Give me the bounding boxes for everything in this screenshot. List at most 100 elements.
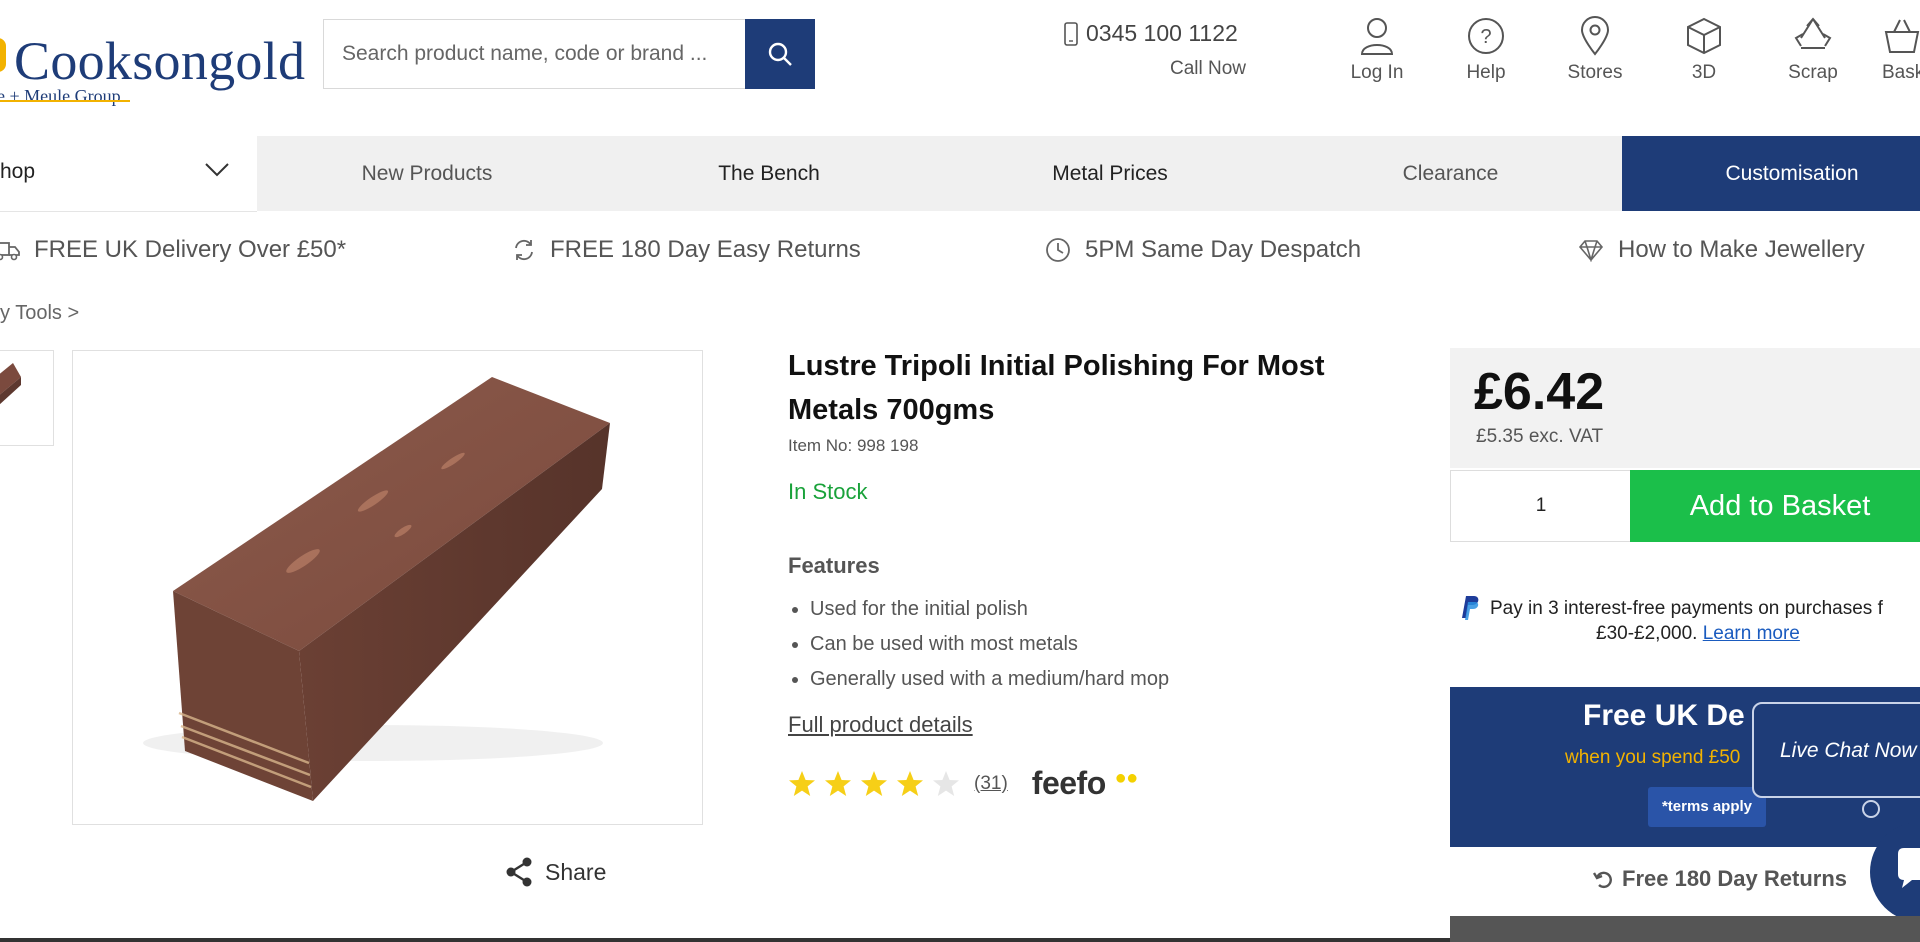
logo-mark xyxy=(0,38,6,72)
feefo-eyes-icon: ●● xyxy=(1114,767,1139,789)
basket-icon xyxy=(1884,19,1920,53)
product-rating[interactable]: (31) feefo ●● xyxy=(788,765,1138,802)
logo-subtext: le + Meule Group xyxy=(0,86,121,106)
help-link[interactable]: ? Help xyxy=(1436,16,1536,84)
feature-item: Used for the initial polish xyxy=(788,592,1169,627)
login-label: Log In xyxy=(1350,62,1404,83)
chat-bubble-tail xyxy=(1862,800,1880,818)
user-icon xyxy=(1360,18,1394,55)
usp-despatch[interactable]: 5PM Same Day Despatch xyxy=(1045,236,1361,264)
free-returns-text: Free 180 Day Returns xyxy=(1622,866,1847,891)
free-returns-note[interactable]: Free 180 Day Returns xyxy=(1592,866,1847,892)
terms-apply-button[interactable]: *terms apply xyxy=(1648,787,1766,827)
paypal-text-line2: £30-£2,000. Learn more xyxy=(1596,623,1800,645)
product-title: Lustre Tripoli Initial Polishing For Mos… xyxy=(788,350,1325,426)
share-icon xyxy=(506,857,532,887)
scrap-link[interactable]: Scrap xyxy=(1763,16,1863,84)
breadcrumb[interactable]: y Tools > xyxy=(0,302,79,325)
star-filled-icon xyxy=(861,770,887,796)
star-filled-icon xyxy=(789,770,815,796)
item-number: Item No: 998 198 xyxy=(788,436,919,455)
search-button[interactable] xyxy=(745,19,815,89)
star-empty-icon xyxy=(933,770,959,796)
login-link[interactable]: Log In xyxy=(1327,16,1427,84)
help-icon: ? xyxy=(1468,18,1504,54)
banner-subtitle: when you spend £50 xyxy=(1565,747,1741,768)
truck-icon xyxy=(0,242,20,261)
product-main-image[interactable] xyxy=(72,350,703,825)
phone-number-text: 0345 100 1122 xyxy=(1086,20,1238,46)
3d-link[interactable]: 3D xyxy=(1654,16,1754,84)
product-thumbnail[interactable] xyxy=(0,350,54,446)
shop-label: hop xyxy=(0,160,36,183)
paypal-icon xyxy=(1462,596,1479,620)
paypal-pay-in-3: Pay in 3 interest-free payments on purch… xyxy=(1458,594,1920,644)
paypal-range: £30-£2,000. xyxy=(1596,623,1698,644)
quantity-input[interactable]: 1 xyxy=(1450,470,1632,542)
feature-item: Can be used with most metals xyxy=(788,627,1169,662)
basket-link[interactable]: Bask xyxy=(1872,16,1920,84)
main-nav: hop New Products The Bench Metal Prices … xyxy=(0,136,1920,212)
price: £6.42 xyxy=(1474,363,1605,421)
call-now-label: Call Now xyxy=(1170,58,1247,79)
share-button[interactable]: Share xyxy=(505,857,606,887)
location-pin-icon xyxy=(1580,16,1610,56)
banner-title: Free UK De xyxy=(1583,699,1745,732)
help-label: Help xyxy=(1466,62,1506,83)
search-icon xyxy=(768,42,792,66)
stock-status: In Stock xyxy=(788,479,868,504)
svg-text:?: ? xyxy=(1480,26,1491,48)
refresh-icon xyxy=(515,239,533,261)
live-chat-bubble[interactable]: Live Chat Now xyxy=(1752,702,1920,798)
paypal-text: Pay in 3 interest-free payments on purch… xyxy=(1490,598,1883,619)
phone-contact[interactable]: 0345 100 1122 Call Now xyxy=(1064,18,1264,88)
usp-how-to[interactable]: How to Make Jewellery xyxy=(1578,236,1865,264)
features-list: Used for the initial polish Can be used … xyxy=(788,592,1169,697)
usp-delivery[interactable]: FREE UK Delivery Over £50* xyxy=(0,236,346,264)
clock-icon xyxy=(1046,238,1070,262)
review-count[interactable]: (31) xyxy=(974,773,1008,795)
stores-link[interactable]: Stores xyxy=(1545,16,1645,84)
feefo-logo[interactable]: feefo ●● xyxy=(1031,765,1138,802)
nav-the-bench[interactable]: The Bench xyxy=(597,136,941,211)
page-bottom-border xyxy=(0,938,1450,942)
feature-item: Generally used with a medium/hard mop xyxy=(788,662,1169,697)
search-input[interactable] xyxy=(323,19,745,89)
feefo-logo-text: feefo xyxy=(1031,765,1106,801)
shop-dropdown[interactable]: hop xyxy=(0,136,257,212)
cube-icon xyxy=(1687,17,1721,55)
rating-stars xyxy=(788,770,960,798)
features-heading: Features xyxy=(788,553,880,578)
nav-clearance[interactable]: Clearance xyxy=(1279,136,1622,211)
usp-despatch-text: 5PM Same Day Despatch xyxy=(1085,236,1362,263)
basket-label: Bask xyxy=(1882,62,1920,83)
diamond-icon xyxy=(1578,240,1604,262)
share-label: Share xyxy=(545,858,607,885)
star-filled-icon xyxy=(897,770,923,796)
price-ex-vat: £5.35 exc. VAT xyxy=(1476,426,1604,447)
nav-customisation[interactable]: Customisation xyxy=(1622,136,1920,211)
site-logo[interactable]: Cooksongold le + Meule Group xyxy=(0,26,305,116)
recycle-icon xyxy=(1794,17,1832,49)
logo-text: Cooksongold xyxy=(14,31,306,91)
bottom-panel-edge xyxy=(1450,916,1920,942)
chevron-down-icon xyxy=(205,163,229,177)
add-to-basket-button[interactable]: Add to Basket xyxy=(1630,470,1920,542)
stores-label: Stores xyxy=(1567,62,1623,83)
price-panel: £6.42 £5.35 exc. VAT xyxy=(1450,348,1920,468)
star-filled-icon xyxy=(825,770,851,796)
nav-metal-prices[interactable]: Metal Prices xyxy=(941,136,1279,211)
full-product-details-link[interactable]: Full product details xyxy=(788,712,973,738)
chat-icon xyxy=(1898,848,1920,888)
usp-returns[interactable]: FREE 180 Day Easy Returns xyxy=(512,236,861,264)
scrap-label: Scrap xyxy=(1788,62,1838,83)
usp-returns-text: FREE 180 Day Easy Returns xyxy=(550,236,861,263)
usp-delivery-text: FREE UK Delivery Over £50* xyxy=(34,236,347,263)
mobile-phone-icon xyxy=(1064,21,1078,46)
phone-number[interactable]: 0345 100 1122 xyxy=(1064,20,1238,47)
logo-underline xyxy=(0,100,130,102)
search-bar xyxy=(323,19,815,89)
nav-new-products[interactable]: New Products xyxy=(257,136,597,211)
paypal-learn-more-link[interactable]: Learn more xyxy=(1703,623,1800,644)
usp-how-to-text: How to Make Jewellery xyxy=(1618,236,1865,263)
